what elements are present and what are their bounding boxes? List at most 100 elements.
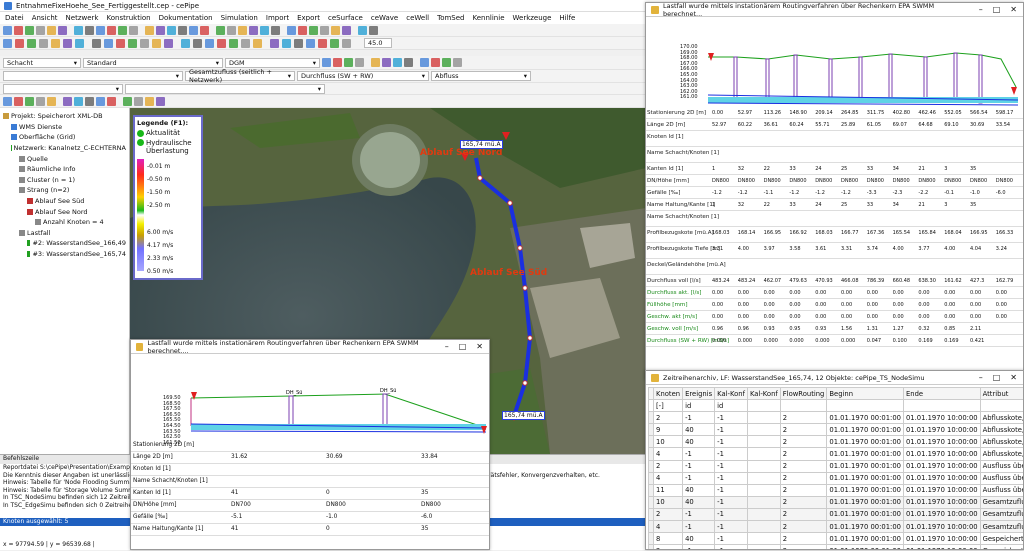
table-cell[interactable]: 2	[780, 545, 827, 549]
tree-item[interactable]: #2: WasserstandSee_166,49	[3, 238, 126, 249]
tree-item[interactable]: #3: WasserstandSee_165,74	[3, 249, 126, 260]
toolbar-button-icon[interactable]	[14, 97, 23, 106]
table-cell[interactable]: 01.01.1970 00:01:00	[827, 521, 904, 533]
table-cell[interactable]: Abflusskote, Druckhöhe	[980, 412, 1023, 424]
table-cell[interactable]: 01.01.1970 00:01:00	[827, 412, 904, 424]
toolbar-button-icon[interactable]	[216, 26, 225, 35]
table-cell[interactable]: 9	[654, 424, 683, 436]
menu-item[interactable]: Hilfe	[559, 14, 575, 22]
toolbar-button-icon[interactable]	[229, 39, 238, 48]
toolbar-button-icon[interactable]	[404, 58, 413, 67]
column-header[interactable]: Kal-Konf	[715, 388, 748, 400]
toolbar-button-icon[interactable]	[118, 26, 127, 35]
toolbar-button-icon[interactable]	[128, 39, 137, 48]
table-cell[interactable]	[747, 472, 780, 484]
table-row[interactable]: 2-1-1201.01.1970 00:01:0001.01.1970 10:0…	[649, 460, 1024, 472]
profile-window-small[interactable]: Lastfall wurde mittels instationärem Rou…	[130, 339, 490, 550]
toolbar-button-icon[interactable]	[85, 97, 94, 106]
table-cell[interactable]: 01.01.1970 10:00:00	[903, 460, 980, 472]
toolbar-button-icon[interactable]	[14, 26, 23, 35]
menu-item[interactable]: ceWave	[371, 14, 398, 22]
angle-field[interactable]: 45.0	[364, 38, 392, 48]
menu-item[interactable]: Werkzeuge	[513, 14, 552, 22]
table-cell[interactable]: Abflusskote, Druckhöhe	[980, 436, 1023, 448]
table-cell[interactable]: 2	[780, 533, 827, 545]
table-cell[interactable]: 2	[654, 412, 683, 424]
table-cell[interactable]: 01.01.1970 10:00:00	[903, 472, 980, 484]
toolbar-button-icon[interactable]	[217, 39, 226, 48]
toolbar-button-icon[interactable]	[453, 58, 462, 67]
minimize-icon[interactable]: –	[979, 5, 983, 14]
toolbar-button-icon[interactable]	[371, 58, 380, 67]
toolbar-button-icon[interactable]	[298, 26, 307, 35]
toolbar-button-icon[interactable]	[318, 39, 327, 48]
toolbar-button-icon[interactable]	[123, 97, 132, 106]
column-header[interactable]: Kal-Konf	[747, 388, 780, 400]
toolbar-button-icon[interactable]	[25, 26, 34, 35]
object-type-select[interactable]: Schacht▾	[3, 58, 81, 68]
table-cell[interactable]: 40	[683, 533, 715, 545]
tree-item[interactable]: Räumliche Info	[3, 164, 126, 175]
tree-item[interactable]: Oberfläche (Grid)	[3, 132, 126, 143]
table-cell[interactable]: Abflusskote, Druckhöhe	[980, 448, 1023, 460]
tree-item[interactable]: Ablauf See Süd	[3, 196, 126, 207]
table-cell[interactable]: 2	[654, 545, 683, 549]
table-cell[interactable]: Gespeichertes Vol (auch übe	[980, 545, 1023, 549]
table-cell[interactable]: -1	[715, 533, 748, 545]
table-cell[interactable]	[747, 436, 780, 448]
menu-item[interactable]: Dokumentation	[159, 14, 213, 22]
flow-select[interactable]: Durchfluss (SW + RW)▾	[297, 71, 429, 81]
table-cell[interactable]: 11	[654, 484, 683, 496]
menu-item[interactable]: Netzwerk	[66, 14, 99, 22]
menu-item[interactable]: ceSurface	[328, 14, 363, 22]
menu-item[interactable]: TomSed	[437, 14, 464, 22]
table-cell[interactable]: 2	[780, 484, 827, 496]
table-cell[interactable]	[747, 448, 780, 460]
table-cell[interactable]: 01.01.1970 00:01:00	[827, 424, 904, 436]
table-cell[interactable]: 01.01.1970 10:00:00	[903, 484, 980, 496]
column-header[interactable]: Ende	[903, 388, 980, 400]
layer-select[interactable]: ▾	[3, 71, 183, 81]
toolbar-button-icon[interactable]	[36, 97, 45, 106]
total-flow-select[interactable]: Gesamtzufluss (seitlich + Netzwerk)▾	[185, 71, 295, 81]
column-header[interactable]: Attribut	[980, 388, 1023, 400]
toolbar-button-icon[interactable]	[107, 26, 116, 35]
table-cell[interactable]	[747, 412, 780, 424]
maximize-icon[interactable]: □	[993, 373, 1001, 382]
toolbar-button-icon[interactable]	[156, 26, 165, 35]
toolbar-button-icon[interactable]	[145, 26, 154, 35]
toolbar-button-icon[interactable]	[193, 39, 202, 48]
toolbar-button-icon[interactable]	[152, 39, 161, 48]
toolbar-button-icon[interactable]	[134, 97, 143, 106]
toolbar-button-icon[interactable]	[39, 39, 48, 48]
table-cell[interactable]: Ausfluss über Schacht	[980, 472, 1023, 484]
tree-item[interactable]: Cluster (n = 1)	[3, 175, 126, 186]
toolbar-button-icon[interactable]	[47, 97, 56, 106]
column-header[interactable]: Ereignis	[683, 388, 715, 400]
tree-item[interactable]: Strang (n=2)	[3, 185, 126, 196]
table-cell[interactable]: 01.01.1970 00:01:00	[827, 545, 904, 549]
table-cell[interactable]: 4	[654, 521, 683, 533]
toolbar-button-icon[interactable]	[431, 58, 440, 67]
table-row[interactable]: 940-1201.01.1970 00:01:0001.01.1970 10:0…	[649, 424, 1024, 436]
close-icon[interactable]: ✕	[1010, 5, 1017, 14]
table-row[interactable]: 2-1-1201.01.1970 00:01:0001.01.1970 10:0…	[649, 545, 1024, 549]
table-cell[interactable]: 40	[683, 436, 715, 448]
maximize-icon[interactable]: □	[459, 342, 467, 351]
table-cell[interactable]: 01.01.1970 00:01:00	[827, 460, 904, 472]
toolbar-button-icon[interactable]	[382, 58, 391, 67]
table-cell[interactable]: 2	[780, 460, 827, 472]
tree-item[interactable]: Netzwerk: Kanalnetz_C-ECHTERNA	[3, 143, 126, 154]
table-cell[interactable]: Ausfluss über Schacht	[980, 460, 1023, 472]
table-cell[interactable]: -1	[683, 472, 715, 484]
menu-item[interactable]: Datei	[5, 14, 24, 22]
table-cell[interactable]: 4	[654, 472, 683, 484]
toolbar-button-icon[interactable]	[442, 58, 451, 67]
toolbar-button-icon[interactable]	[63, 97, 72, 106]
table-row[interactable]: 1040-1201.01.1970 00:01:0001.01.1970 10:…	[649, 436, 1024, 448]
outflow-select[interactable]: Abfluss▾	[431, 71, 531, 81]
toolbar-button-icon[interactable]	[342, 39, 351, 48]
toolbar-button-icon[interactable]	[287, 26, 296, 35]
tree-item[interactable]: Projekt: Speicherort XML-DB	[3, 111, 126, 122]
toolbar-button-icon[interactable]	[282, 39, 291, 48]
